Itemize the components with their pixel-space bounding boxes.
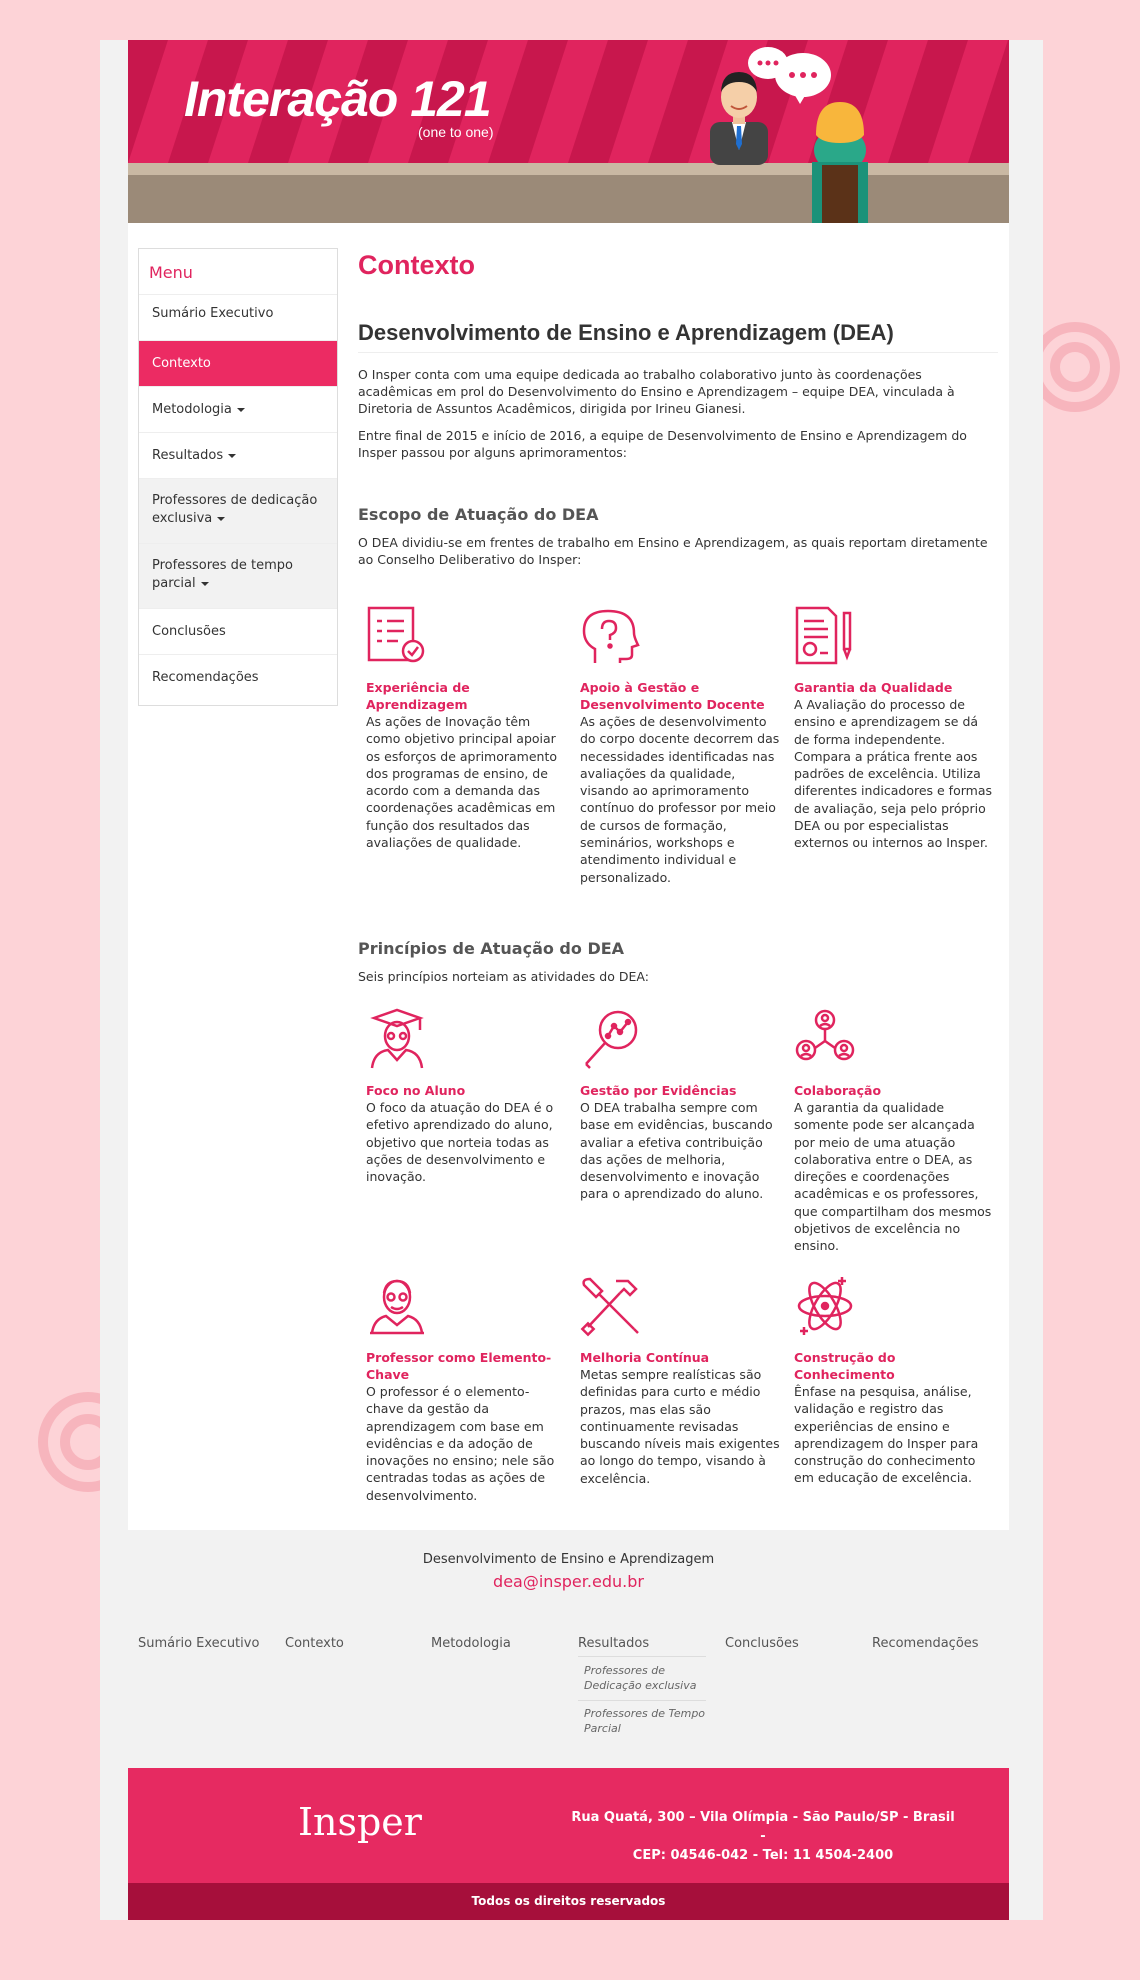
card-title: Garantia da Qualidade [794,680,953,695]
sidebar-menu: Menu Sumário Executivo Contexto Metodolo… [138,248,338,706]
footer-nav-contexto[interactable]: Contexto [285,1636,344,1651]
checklist-icon [367,606,425,663]
card-text: Ênfase na pesquisa, análise, validação e… [794,1384,979,1486]
sidebar-item-contexto[interactable]: Contexto [139,340,337,386]
footer-nav-metodologia[interactable]: Metodologia [431,1636,511,1651]
scope-card: Experiência de Aprendizagem As ações de … [366,605,566,851]
insper-logo: Insper [298,1800,422,1844]
question-head-icon [582,609,640,663]
footer-nav-sumario[interactable]: Sumário Executivo [138,1636,259,1651]
card-text: As ações de desenvolvimento do corpo doc… [580,714,780,885]
footer-department: Desenvolvimento de Ensino e Aprendizagem [422,1552,715,1567]
principle-card: Professor como Elemento-Chave O professo… [366,1275,566,1504]
principle-card: Construção do Conhecimento Ênfase na pes… [794,1275,994,1487]
card-text: O foco da atuação do DEA é o efetivo apr… [366,1100,554,1185]
card-title: Professor como Elemento-Chave [366,1350,552,1382]
people-network-icon [795,1009,855,1061]
card-text: O DEA trabalha sempre com base em evidên… [580,1100,773,1202]
card-title: Foco no Aluno [366,1083,466,1098]
banner-title: Interação 121 [184,71,492,127]
sidebar-title: Menu [149,263,193,282]
card-title: Gestão por Evidências [580,1083,737,1098]
scope-card: Garantia da Qualidade A Avaliação do pro… [794,605,994,852]
sidebar-item-label: Metodologia [152,402,232,417]
section-title: Desenvolvimento de Ensino e Aprendizagem… [358,320,894,345]
card-text: A garantia da qualidade somente pode ser… [794,1100,992,1254]
caret-down-icon [200,581,209,586]
page-inner: Interação 121 (one to one) Menu Sumário … [128,40,1009,1920]
caret-down-icon [228,453,237,458]
footer-subnav-tempo-parcial[interactable]: Professores de Tempo Parcial [584,1706,712,1736]
page-frame: Interação 121 (one to one) Menu Sumário … [100,40,1043,1920]
footer-nav-resultados[interactable]: Resultados [578,1636,649,1651]
sidebar-item-metodologia[interactable]: Metodologia [139,386,337,432]
address-line: Rua Quatá, 300 – Vila Olímpia - São Paul… [571,1810,955,1844]
scope-paragraph: O DEA dividiu-se em frentes de trabalho … [358,535,988,567]
sidebar-item-label: Contexto [152,356,211,371]
atom-icon [797,1277,853,1335]
sidebar-item-sumario[interactable]: Sumário Executivo [139,294,337,340]
footer-subnav-dedicacao[interactable]: Professores de Dedicação exclusiva [584,1663,712,1693]
footer-nav-area: Desenvolvimento de Ensino e Aprendizagem… [128,1530,1009,1768]
principle-card: Colaboração A garantia da qualidade some… [794,1008,994,1255]
card-title: Melhoria Contínua [580,1350,710,1365]
address-line: CEP: 04546-042 - Tel: 11 4504-2400 [632,1848,894,1863]
footer-nav-recomendacoes[interactable]: Recomendações [872,1636,979,1651]
sidebar-item-dedicacao-exclusiva[interactable]: Professores de dedicação exclusiva [139,478,337,543]
professor-icon [370,1279,424,1335]
footer-brand-bar: Insper Rua Quatá, 300 – Vila Olímpia - S… [128,1768,1009,1883]
card-title: Apoio à Gestão e Desenvolvimento Docente [580,680,765,712]
sidebar-item-label: Recomendações [152,670,259,685]
decorative-ring [1050,342,1100,392]
card-title: Experiência de Aprendizagem [366,680,470,712]
sidebar-item-label: Resultados [152,448,224,463]
footer-copyright: Todos os direitos reservados [128,1883,1009,1920]
footer-nav-conclusoes[interactable]: Conclusões [725,1636,799,1651]
intro-paragraph: Entre final de 2015 e início de 2016, a … [358,428,967,460]
footer-email-link[interactable]: dea@insper.edu.br [128,1572,1009,1591]
principles-paragraph: Seis princípios norteiam as atividades d… [358,969,649,984]
card-text: A Avaliação do processo de ensino e apre… [794,697,992,851]
sidebar-item-tempo-parcial[interactable]: Professores de tempo parcial [139,543,337,608]
sidebar-item-label: Sumário Executivo [152,306,274,321]
caret-down-icon [236,407,245,412]
scope-heading: Escopo de Atuação do DEA [358,505,599,524]
scope-card: Apoio à Gestão e Desenvolvimento Docente… [580,605,780,886]
footer-address: Rua Quatá, 300 – Vila Olímpia - São Paul… [568,1808,958,1865]
page-title: Contexto [358,250,475,280]
principle-card: Melhoria Contínua Metas sempre realístic… [580,1275,780,1487]
sidebar-item-conclusoes[interactable]: Conclusões [139,608,337,654]
sidebar-item-resultados[interactable]: Resultados [139,432,337,478]
sidebar-item-label: Conclusões [152,624,226,639]
sidebar-item-label: Professores de tempo parcial [152,558,294,591]
principles-heading: Princípios de Atuação do DEA [358,939,625,958]
header-banner: Interação 121 (one to one) [128,40,1009,223]
card-text: Metas sempre realísticas são definidas p… [580,1367,780,1486]
intro-paragraph: O Insper conta com uma equipe dedicada a… [358,367,955,416]
sidebar-item-recomendacoes[interactable]: Recomendações [139,654,337,700]
card-title: Construção do Conhecimento [794,1350,896,1382]
caret-down-icon [217,516,226,521]
certificate-icon [795,606,852,665]
card-text: O professor é o elemento-chave da gestão… [366,1384,555,1503]
people-talking-illustration [710,47,868,223]
content-area: Menu Sumário Executivo Contexto Metodolo… [128,223,1009,1530]
card-text: As ações de Inovação têm como objetivo p… [366,714,558,851]
magnifier-chart-icon [585,1010,638,1069]
tools-icon [580,1277,639,1337]
graduate-icon [370,1008,424,1069]
card-title: Colaboração [794,1083,882,1098]
principle-card: Foco no Aluno O foco da atuação do DEA é… [366,1008,566,1185]
principle-card: Gestão por Evidências O DEA trabalha sem… [580,1008,780,1203]
sidebar-item-label: Professores de dedicação exclusiva [152,493,318,526]
banner-subtitle: (one to one) [418,124,494,140]
